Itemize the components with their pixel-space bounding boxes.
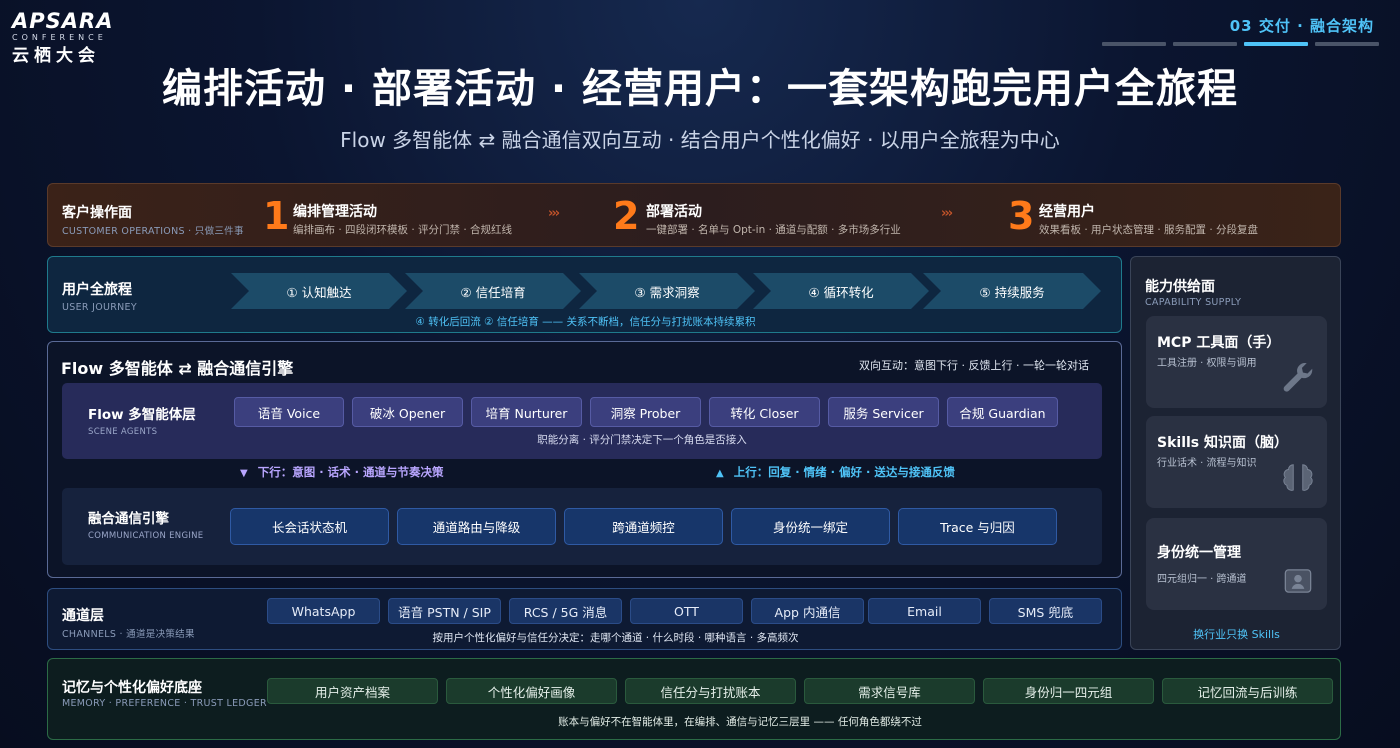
memory-user-assets: 用户资产档案 xyxy=(267,678,438,704)
slide-progress xyxy=(0,42,1400,46)
id-card-icon xyxy=(1279,562,1317,600)
chevron-right-icon: ››› xyxy=(941,206,953,221)
memory-demand-signals: 需求信号库 xyxy=(804,678,975,704)
customer-ops-label-en: CUSTOMER OPERATIONS · 只做三件事 xyxy=(62,226,244,237)
agent-guardian: 合规 Guardian xyxy=(947,397,1058,427)
step-2-number: 2 xyxy=(613,194,640,238)
memory-label: 记忆与个性化偏好底座 xyxy=(62,680,202,696)
triangle-up-icon: ▲ xyxy=(716,468,724,479)
uplink-text: 上行：回复 · 情绪 · 偏好 · 送达与接通反馈 xyxy=(733,465,955,479)
step-3-title: 经营用户 xyxy=(1039,204,1095,220)
swap-skills-link[interactable]: 换行业只换 Skills xyxy=(1131,626,1342,642)
capability-label-en: CAPABILITY SUPPLY xyxy=(1145,297,1242,308)
scene-agents-layer: Flow 多智能体层 SCENE AGENTS 语音 Voice 破冰 Open… xyxy=(62,383,1102,459)
downlink-note: ▼ 下行：意图 · 话术 · 通道与节奏决策 xyxy=(240,464,443,480)
channel-voice-pstn: 语音 PSTN / SIP xyxy=(388,598,501,624)
wrench-icon xyxy=(1279,360,1317,398)
agent-nurturer: 培育 Nurturer xyxy=(471,397,582,427)
identity-card-desc: 四元组归一 · 跨通道 xyxy=(1157,574,1247,585)
engine-layer-label: 融合通信引擎 xyxy=(88,511,169,527)
section-tag: 03 交付 · 融合架构 xyxy=(1229,17,1374,35)
engine-layer-label-en: COMMUNICATION ENGINE xyxy=(88,531,204,541)
memory-preference-panel: 记忆与个性化偏好底座 MEMORY · PREFERENCE · TRUST L… xyxy=(47,658,1341,740)
flow-engine-panel: Flow 多智能体 ⇄ 融合通信引擎 双向互动：意图下行 · 反馈上行 · 一轮… xyxy=(47,341,1122,578)
step-2-desc: 一键部署 · 名单与 Opt-in · 通道与配额 · 多市场多行业 xyxy=(646,224,901,236)
channel-in-app: App 内通信 xyxy=(751,598,864,624)
engine-identity-binding: 身份统一绑定 xyxy=(731,508,890,545)
journey-label: 用户全旅程 xyxy=(62,282,132,298)
agent-voice: 语音 Voice xyxy=(234,397,344,427)
brain-icon xyxy=(1279,460,1317,498)
engine-session-state-machine: 长会话状态机 xyxy=(230,508,389,545)
skills-knowledge-card: Skills 知识面（脑） 行业话术 · 流程与知识 xyxy=(1146,416,1327,508)
channel-ott: OTT xyxy=(630,598,743,624)
chevron-right-icon: ››› xyxy=(548,206,560,221)
memory-feedback-training: 记忆回流与后训练 xyxy=(1162,678,1333,704)
step-1-title: 编排管理活动 xyxy=(293,204,377,220)
agent-servicer: 服务 Servicer xyxy=(828,397,939,427)
engine-trace-attribution: Trace 与归因 xyxy=(898,508,1057,545)
agents-layer-label: Flow 多智能体层 xyxy=(88,407,196,423)
page-title: 编排活动 · 部署活动 · 经营用户：一套架构跑完用户全旅程 xyxy=(161,66,1239,112)
identity-management-card: 身份统一管理 四元组归一 · 跨通道 xyxy=(1146,518,1327,610)
identity-card-title: 身份统一管理 xyxy=(1157,545,1241,561)
flow-engine-title: Flow 多智能体 ⇄ 融合通信引擎 xyxy=(61,359,294,378)
agent-prober: 洞察 Prober xyxy=(590,397,701,427)
capability-supply-panel: 能力供给面 CAPABILITY SUPPLY MCP 工具面（手） 工具注册 … xyxy=(1130,256,1341,650)
channel-whatsapp: WhatsApp xyxy=(267,598,380,624)
memory-label-en: MEMORY · PREFERENCE · TRUST LEDGER xyxy=(62,698,267,709)
step-2-title: 部署活动 xyxy=(646,204,702,220)
agent-opener: 破冰 Opener xyxy=(352,397,463,427)
journey-step-conversion: ④ 循环转化 xyxy=(753,273,929,309)
progress-segment-4 xyxy=(1315,42,1379,46)
journey-step-trust: ② 信任培育 xyxy=(405,273,581,309)
memory-trust-ledger: 信任分与打扰账本 xyxy=(625,678,796,704)
memory-preference-profile: 个性化偏好画像 xyxy=(446,678,617,704)
journey-step-awareness: ① 认知触达 xyxy=(231,273,407,309)
progress-segment-3-active xyxy=(1244,42,1308,46)
progress-segment-1 xyxy=(1102,42,1166,46)
agent-closer: 转化 Closer xyxy=(709,397,820,427)
progress-segment-2 xyxy=(1173,42,1237,46)
mcp-card-title: MCP 工具面（手） xyxy=(1157,335,1281,351)
memory-identity-quadruple: 身份归一四元组 xyxy=(983,678,1154,704)
channel-layer-panel: 通道层 CHANNELS · 通道是决策结果 WhatsApp 语音 PSTN … xyxy=(47,588,1122,650)
engine-routing-fallback: 通道路由与降级 xyxy=(397,508,556,545)
customer-ops-label: 客户操作面 xyxy=(62,205,132,221)
skills-card-title: Skills 知识面（脑） xyxy=(1157,435,1288,451)
step-1-desc: 编排画布 · 四段闭环模板 · 评分门禁 · 合规红线 xyxy=(293,224,513,236)
agents-layer-note: 职能分离 · 评分门禁决定下一个角色是否接入 xyxy=(537,434,747,446)
journey-loop-note: ④ 转化后回流 ② 信任培育 —— 关系不断档，信任分与打扰账本持续累积 xyxy=(415,316,756,328)
channel-email: Email xyxy=(868,598,981,624)
channel-decision-note: 按用户个性化偏好与信任分决定：走哪个通道 · 什么时段 · 哪种语言 · 多高频… xyxy=(432,632,799,644)
step-3-number: 3 xyxy=(1008,194,1035,238)
skills-card-desc: 行业话术 · 流程与知识 xyxy=(1157,458,1257,469)
downlink-text: 下行：意图 · 话术 · 通道与节奏决策 xyxy=(257,465,444,479)
mcp-tool-card: MCP 工具面（手） 工具注册 · 权限与调用 xyxy=(1146,316,1327,408)
journey-step-service: ⑤ 持续服务 xyxy=(923,273,1101,309)
flow-interaction-note: 双向互动：意图下行 · 反馈上行 · 一轮一轮对话 xyxy=(859,359,1089,372)
journey-step-insight: ③ 需求洞察 xyxy=(579,273,755,309)
channel-sms-fallback: SMS 兜底 xyxy=(989,598,1102,624)
channel-rcs: RCS / 5G 消息 xyxy=(509,598,622,624)
step-1-number: 1 xyxy=(263,194,290,238)
customer-operations-panel: 客户操作面 CUSTOMER OPERATIONS · 只做三件事 1 编排管理… xyxy=(47,183,1341,247)
channel-label: 通道层 xyxy=(62,608,104,624)
communication-engine-layer: 融合通信引擎 COMMUNICATION ENGINE 长会话状态机 通道路由与… xyxy=(62,488,1102,565)
user-journey-panel: 用户全旅程 USER JOURNEY ① 认知触达 ② 信任培育 ③ 需求洞察 … xyxy=(47,256,1122,333)
logo-wordmark: APSARA xyxy=(12,9,114,33)
triangle-down-icon: ▼ xyxy=(240,468,248,479)
engine-frequency-control: 跨通道频控 xyxy=(564,508,723,545)
capability-label: 能力供给面 xyxy=(1145,279,1215,295)
journey-label-en: USER JOURNEY xyxy=(62,302,137,313)
step-3-desc: 效果看板 · 用户状态管理 · 服务配置 · 分段复盘 xyxy=(1039,224,1259,236)
memory-ledger-note: 账本与偏好不在智能体里，在编排、通信与记忆三层里 —— 任何角色都绕不过 xyxy=(558,716,922,728)
uplink-note: ▲ 上行：回复 · 情绪 · 偏好 · 送达与接通反馈 xyxy=(716,464,955,480)
page-subtitle: Flow 多智能体 ⇄ 融合通信双向互动 · 结合用户个性化偏好 · 以用户全旅… xyxy=(340,128,1060,152)
mcp-card-desc: 工具注册 · 权限与调用 xyxy=(1157,358,1257,369)
